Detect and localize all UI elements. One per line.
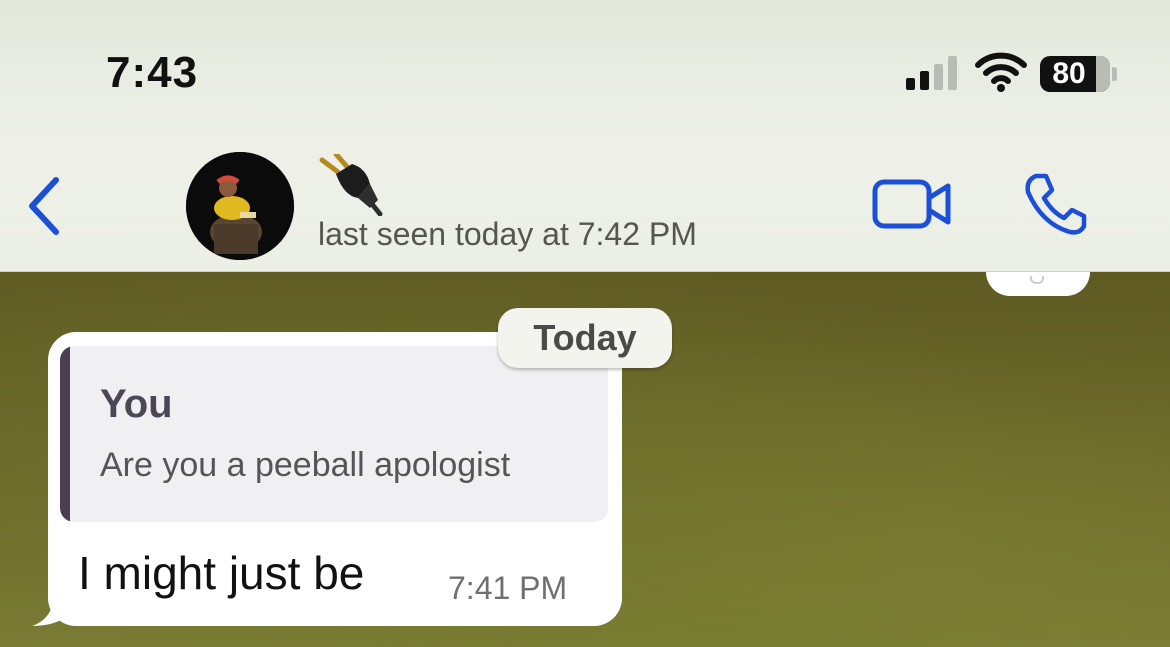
message-timestamp: 7:41 PM: [448, 570, 568, 606]
status-time: 7:43: [106, 48, 199, 97]
video-camera-icon[interactable]: [872, 176, 952, 232]
battery-tip: [1112, 67, 1117, 81]
quoted-message[interactable]: You Are you a peeball apologist: [60, 346, 608, 522]
cellular-signal-icon: [906, 56, 957, 90]
wifi-icon: [975, 52, 1027, 92]
last-seen-status: last seen today at 7:42 PM: [318, 216, 697, 252]
quoted-text: Are you a peeball apologist: [100, 446, 511, 484]
navigation-header: 7:43 80 last seen today at 7:42 PM: [0, 0, 1170, 272]
battery-indicator: 80: [1040, 56, 1110, 92]
emoji-fragment: [1030, 276, 1044, 284]
phone-icon[interactable]: [1022, 172, 1088, 236]
battery-level: 80: [1052, 57, 1086, 90]
date-separator: Today: [498, 308, 672, 368]
chevron-left-icon[interactable]: [24, 176, 64, 236]
quoted-author: You: [100, 382, 173, 426]
message-text: I might just be: [78, 547, 365, 599]
electric-plug-icon[interactable]: [318, 154, 386, 216]
quote-accent-bar: [60, 346, 70, 522]
contact-avatar[interactable]: [186, 152, 294, 260]
avatar-photo: [186, 152, 294, 260]
